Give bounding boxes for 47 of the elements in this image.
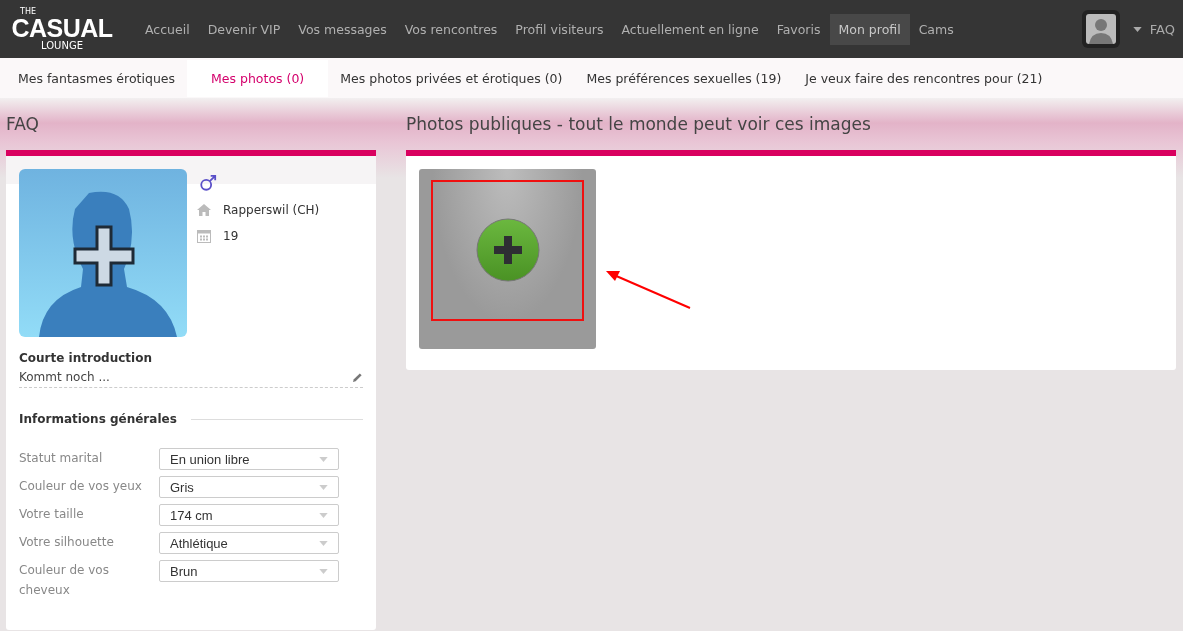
nav-link[interactable]: Vos rencontres: [395, 13, 507, 45]
calendar-icon: [197, 229, 211, 243]
nav-link[interactable]: Vos messages: [289, 13, 396, 45]
nav-link[interactable]: Profil visiteurs: [506, 13, 613, 45]
nav-link[interactable]: Mon profil: [829, 13, 910, 45]
caret-icon: [319, 456, 328, 462]
nav-link[interactable]: Accueil: [136, 13, 199, 45]
section-title: FAQ: [6, 113, 40, 136]
select-field[interactable]: Gris: [159, 476, 339, 498]
profile-tab[interactable]: Je veux faire des rencontres pour (21): [793, 59, 1055, 97]
field-label: Couleur de vos cheveux: [19, 562, 110, 599]
caret-icon[interactable]: [1132, 26, 1142, 32]
field-label: Votre silhouette: [19, 534, 115, 551]
select-field[interactable]: Brun: [159, 560, 339, 582]
caret-icon: [319, 512, 328, 518]
section-title: Photos publiques - tout le monde peut voir ces images: [406, 113, 872, 136]
add-photo-tile[interactable]: [419, 169, 596, 349]
field-label: Votre taille: [19, 506, 85, 523]
caret-icon: [319, 484, 328, 490]
age-text: 19: [223, 229, 239, 243]
intro-text: Kommt noch ...: [19, 370, 110, 384]
site-logo[interactable]: THE CASUAL LOUNGE: [6, 7, 118, 51]
caret-icon: [319, 540, 328, 546]
profile-tab[interactable]: Mes photos (0): [187, 59, 329, 97]
male-symbol-icon: [199, 174, 217, 192]
profile-tab[interactable]: Mes fantasmes érotiques: [6, 59, 187, 97]
general-info-heading: Informations générales: [19, 412, 177, 426]
avatar-icon[interactable]: [1080, 9, 1121, 49]
nav-link[interactable]: Cams: [909, 13, 963, 45]
profile-tab[interactable]: Mes préférences sexuelles (19): [574, 59, 794, 97]
field-label: Statut marital: [19, 450, 104, 467]
select-field[interactable]: 174 cm: [159, 504, 339, 526]
nav-link[interactable]: Actuellement en ligne: [612, 13, 768, 45]
pencil-icon[interactable]: [352, 371, 363, 383]
profile-tab[interactable]: Mes photos privées et érotiques (0): [328, 59, 575, 97]
intro-heading: Courte introduction: [19, 351, 153, 365]
nav-link[interactable]: Devenir VIP: [198, 13, 290, 45]
location-text: Rapperswil (CH): [223, 203, 320, 217]
faq-link[interactable]: FAQ: [1149, 21, 1175, 37]
nav-link[interactable]: Favoris: [767, 13, 830, 45]
profile-picture-placeholder[interactable]: [19, 169, 187, 337]
add-icon[interactable]: [475, 218, 540, 282]
caret-icon: [319, 568, 328, 574]
select-field[interactable]: Athlétique: [159, 532, 339, 554]
select-field[interactable]: En union libre: [159, 448, 339, 470]
field-label: Couleur de vos yeux: [19, 478, 143, 495]
home-icon: [197, 204, 211, 216]
